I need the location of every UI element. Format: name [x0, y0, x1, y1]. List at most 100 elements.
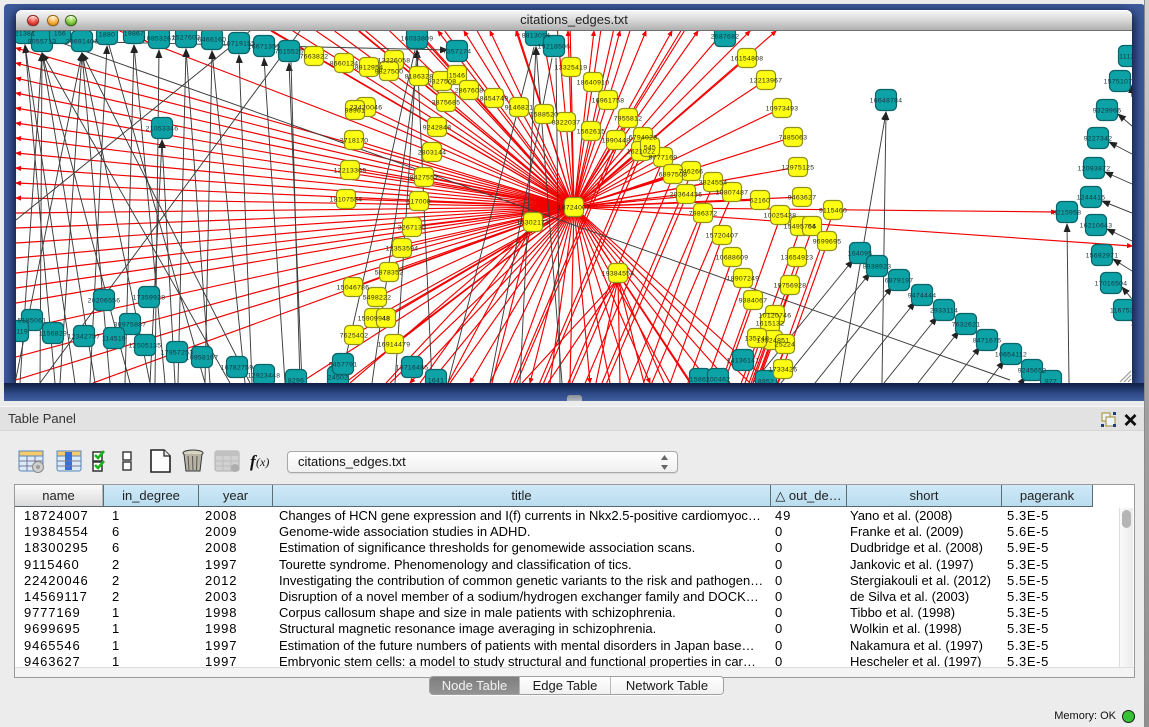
svg-text:9384067: 9384067	[739, 298, 768, 305]
svg-text:1588520: 1588520	[530, 112, 559, 119]
svg-text:1990448: 1990448	[602, 138, 631, 145]
svg-text:16648784: 16648784	[870, 98, 903, 105]
svg-text:24502: 24502	[328, 375, 348, 382]
svg-text:9227342: 9227342	[1084, 136, 1113, 143]
svg-text:15692971: 15692971	[1086, 253, 1119, 260]
svg-text:21053346: 21053346	[146, 126, 179, 133]
svg-text:6897508: 6897508	[659, 172, 688, 179]
svg-text:39119: 39119	[16, 329, 28, 336]
svg-text:18907249: 18907249	[727, 276, 760, 283]
svg-text:1167534: 1167534	[1110, 308, 1132, 315]
svg-text:20206556: 20206556	[88, 298, 121, 305]
svg-text:2718170: 2718170	[340, 138, 369, 145]
svg-text:1615132: 1615132	[756, 321, 785, 328]
svg-text:12923448: 12923448	[248, 373, 281, 380]
svg-text:9463627: 9463627	[788, 195, 817, 202]
svg-text:19218506: 19218506	[538, 44, 571, 51]
svg-text:5185061: 5185061	[18, 318, 47, 325]
svg-text:1156829: 1156829	[39, 331, 67, 338]
svg-text:9245652: 9245652	[1018, 368, 1047, 375]
svg-text:62160: 62160	[750, 198, 770, 205]
svg-text:9242848: 9242848	[423, 125, 452, 132]
svg-text:8813054: 8813054	[522, 33, 551, 40]
svg-text:16210643: 16210643	[1080, 223, 1113, 230]
svg-text:3267130: 3267130	[398, 225, 427, 232]
svg-text:2867608: 2867608	[455, 88, 484, 95]
svg-text:(x): (x)	[256, 455, 269, 469]
svg-text:48: 48	[382, 316, 390, 323]
svg-text:25224: 25224	[775, 342, 795, 349]
svg-text:16782759: 16782759	[221, 365, 254, 372]
svg-text:10025438: 10025438	[764, 213, 797, 220]
svg-text:1546: 1546	[449, 73, 465, 80]
svg-text:2687682: 2687682	[711, 34, 740, 41]
svg-text:7625402: 7625402	[340, 333, 369, 340]
svg-text:5498222: 5498222	[363, 295, 392, 302]
svg-text:135248: 135248	[745, 336, 769, 343]
svg-text:12353594: 12353594	[386, 246, 419, 253]
svg-text:18724007: 18724007	[558, 205, 591, 212]
svg-text:30975887: 30975887	[114, 322, 147, 329]
svg-text:7663822: 7663822	[300, 54, 329, 61]
svg-text:19384554: 19384554	[602, 271, 635, 278]
svg-text:8938923: 8938923	[863, 264, 892, 271]
svg-text:12975125: 12975125	[782, 165, 815, 172]
svg-text:16914479: 16914479	[378, 342, 411, 349]
svg-text:6794028: 6794028	[629, 135, 658, 142]
svg-text:8427552: 8427552	[410, 175, 439, 182]
svg-text:117008: 117008	[407, 199, 431, 206]
svg-text:15046786: 15046786	[337, 285, 370, 292]
svg-text:9777169: 9777169	[649, 155, 678, 162]
svg-text:9146821: 9146821	[505, 105, 534, 112]
svg-text:13325419: 13325419	[555, 65, 588, 72]
svg-text:7986372: 7986372	[689, 211, 718, 218]
svg-text:20691406: 20691406	[66, 39, 99, 46]
svg-text:7632621: 7632621	[952, 322, 981, 329]
svg-text:1880: 1880	[99, 32, 115, 39]
svg-text:1733426: 1733426	[769, 367, 798, 374]
svg-text:17359928: 17359928	[133, 295, 166, 302]
svg-text:3824554: 3824554	[699, 180, 728, 187]
svg-text:9327508: 9327508	[428, 79, 457, 86]
svg-text:18107554: 18107554	[330, 197, 363, 204]
svg-text:8471676: 8471676	[973, 338, 1002, 345]
svg-text:98961: 98961	[345, 108, 365, 115]
svg-text:2933114: 2933114	[930, 308, 958, 315]
svg-text:20364436: 20364436	[670, 192, 703, 199]
svg-text:15751074: 15751074	[1104, 79, 1132, 86]
svg-text:114519: 114519	[102, 336, 126, 343]
svg-text:545: 545	[644, 145, 656, 152]
svg-text:156: 156	[54, 31, 66, 38]
svg-text:3875685: 3875685	[432, 100, 461, 107]
svg-text:13226058: 13226058	[378, 58, 411, 65]
svg-text:10958107: 10958107	[186, 355, 219, 362]
svg-text:21381: 21381	[16, 31, 35, 38]
svg-text:12213369: 12213369	[334, 168, 367, 175]
svg-text:2803144: 2803144	[418, 150, 447, 157]
svg-text:7357274: 7357274	[443, 49, 472, 56]
svg-text:13716485: 13716485	[396, 365, 429, 372]
svg-text:7485063: 7485063	[779, 135, 808, 142]
svg-text:12505135: 12505135	[129, 343, 162, 350]
svg-text:10973493: 10973493	[766, 106, 799, 113]
svg-text:9474444: 9474444	[908, 293, 937, 300]
svg-text:8322037: 8322037	[552, 120, 581, 127]
svg-text:64: 64	[808, 224, 816, 231]
svg-text:7955812: 7955812	[614, 116, 643, 123]
svg-text:164095: 164095	[848, 251, 872, 258]
svg-text:5878352: 5878352	[375, 270, 404, 277]
svg-text:8215958: 8215958	[1053, 210, 1082, 217]
svg-text:19756928: 19756928	[774, 283, 807, 290]
svg-text:11125: 11125	[1119, 54, 1132, 61]
svg-text:19867: 19867	[124, 31, 144, 38]
svg-text:13654923: 13654923	[781, 255, 814, 262]
svg-text:16961758: 16961758	[592, 98, 625, 105]
svg-text:17016504: 17016504	[1095, 281, 1128, 288]
svg-text:9115460: 9115460	[819, 208, 847, 215]
svg-text:1562615: 1562615	[577, 129, 606, 136]
svg-text:10853267: 10853267	[143, 36, 176, 43]
svg-text:14136141: 14136141	[727, 358, 760, 365]
svg-text:6879197: 6879197	[885, 278, 914, 285]
svg-text:9457791: 9457791	[329, 362, 358, 369]
svg-text:16154808: 16154808	[731, 56, 764, 63]
